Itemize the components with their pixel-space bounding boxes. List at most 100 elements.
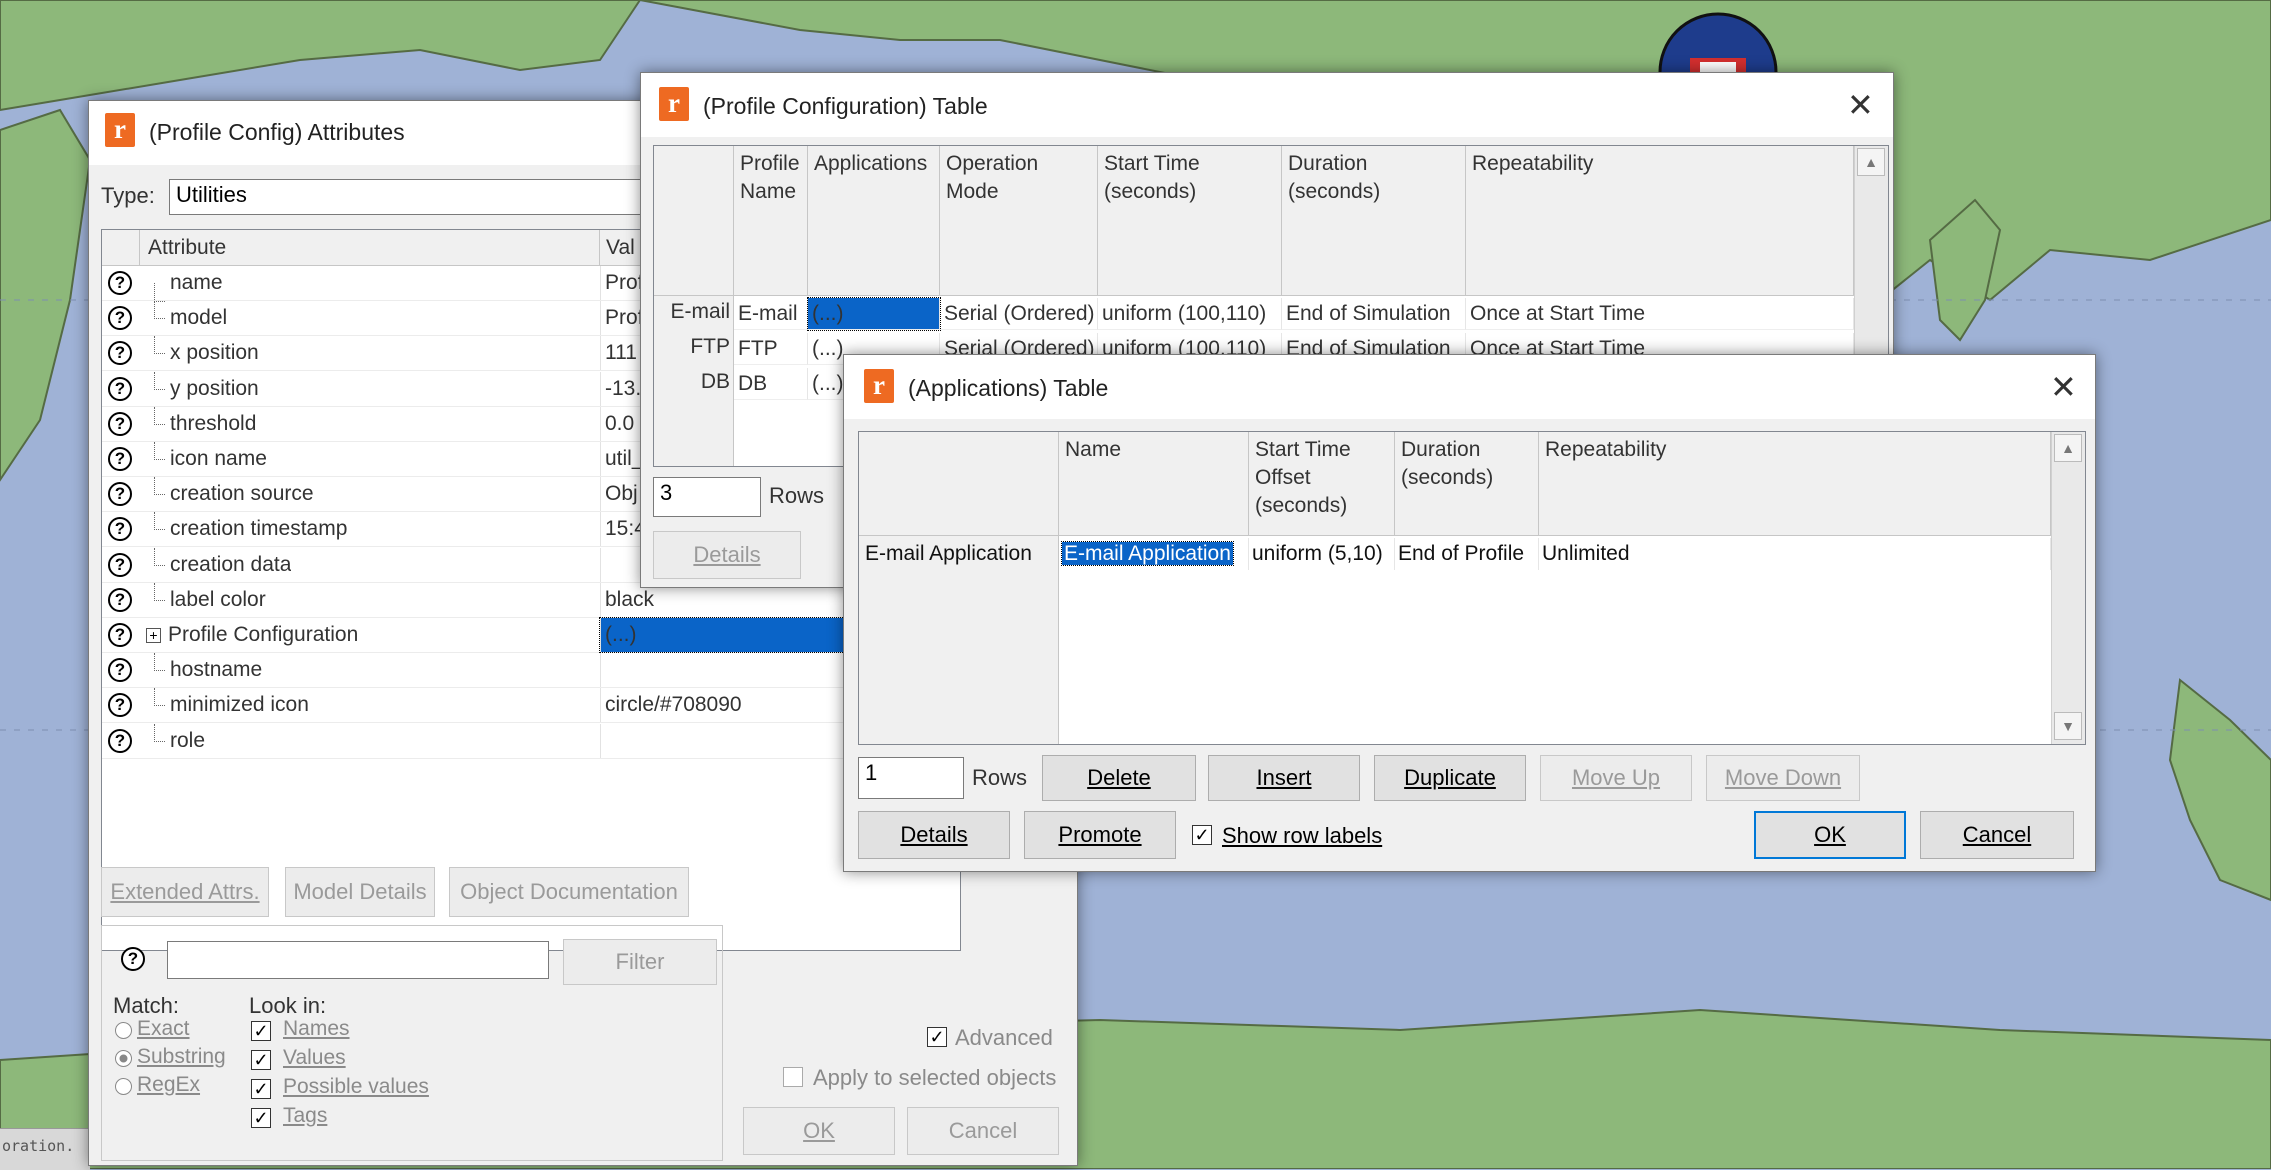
help-icon[interactable]: ? [108,447,132,471]
delete-button[interactable]: Delete [1042,755,1196,801]
attribute-row[interactable]: ? hostname [102,653,960,689]
applications-titlebar[interactable]: r (Applications) Table ✕ [844,355,2095,419]
help-icon[interactable]: ? [108,587,132,612]
profile-details-button[interactable]: Details [653,531,801,579]
look-in-tags-checkbox[interactable]: ✓ [251,1108,271,1128]
insert-button[interactable]: Insert [1208,755,1360,801]
applications-title: (Applications) Table [908,375,1109,401]
profile-cell-profile[interactable]: E-mail [734,298,808,330]
profile-config-titlebar[interactable]: r (Profile Configuration) Table ✕ [641,73,1893,137]
profile-column-header[interactable]: Start Time (seconds) [1098,146,1282,296]
scroll-down-arrow[interactable]: ▼ [2054,712,2082,740]
duplicate-button[interactable]: Duplicate [1374,755,1526,801]
apps-row-label[interactable]: E-mail Application [865,542,1055,566]
filter-input[interactable] [167,941,549,979]
model-details-button[interactable]: Model Details [285,867,435,917]
attributes-cancel-button[interactable]: Cancel [907,1107,1059,1155]
profile-row-label[interactable]: DB [654,370,730,394]
apps-details-button[interactable]: Details [858,811,1010,859]
apps-cell-duration-text: End of Profile [1398,542,1525,565]
apps-cell-repeat[interactable]: Unlimited [1539,538,2051,570]
match-regex-radio[interactable] [115,1078,132,1095]
apps-column-header[interactable]: Start Time Offset (seconds) [1249,432,1395,536]
apps-cell-name[interactable]: E-mail Application [1059,538,1249,570]
attribute-row[interactable]: ? role [102,723,960,759]
tree-connector-icon [154,688,165,707]
profile-column-header[interactable]: Duration (seconds) [1282,146,1466,296]
advanced-checkbox[interactable]: ✓ [927,1027,947,1047]
scroll-up-arrow[interactable]: ▲ [1857,148,1885,176]
apps-cancel-button[interactable]: Cancel [1920,811,2074,859]
help-icon[interactable]: ? [108,658,132,683]
match-exact-radio[interactable] [115,1022,132,1039]
apps-rows-label: Rows [972,765,1028,790]
attribute-row[interactable]: ? label color black [102,582,960,618]
apps-column-header[interactable]: Name [1059,432,1249,536]
help-icon[interactable]: ? [108,693,132,718]
profile-cell-profile[interactable]: FTP [734,333,808,365]
help-icon[interactable]: ? [108,623,132,647]
look-in-possible-values-checkbox[interactable]: ✓ [251,1079,271,1099]
status-text: oration. [2,1137,75,1155]
move-up-button[interactable]: Move Up [1540,755,1692,801]
close-icon[interactable]: ✕ [1847,89,1874,121]
expand-plus-icon[interactable]: + [146,628,161,643]
filter-help-icon[interactable]: ? [121,947,145,971]
attribute-header-label: Attribute [148,236,227,259]
apply-selected-checkbox[interactable] [783,1067,803,1087]
attribute-row[interactable]: ? + Profile Configuration (...) [102,617,960,653]
help-icon[interactable]: ? [108,482,132,507]
help-icon[interactable]: ? [108,411,132,436]
profile-column-header[interactable]: Operation Mode [940,146,1098,296]
object-documentation-button[interactable]: Object Documentation [449,867,689,917]
help-icon[interactable]: ? [108,271,132,295]
attributes-ok-button[interactable]: OK [743,1107,895,1155]
match-substring-radio[interactable] [115,1050,132,1067]
filter-button[interactable]: Filter [563,939,717,985]
help-icon[interactable]: ? [108,517,132,542]
tree-connector-icon [154,582,165,601]
show-row-labels-checkbox[interactable]: ✓ [1192,825,1212,845]
help-icon[interactable]: ? [108,552,132,577]
tree-connector-icon [154,547,165,566]
profile-cell-apps[interactable]: (...) [807,297,941,331]
profile-cell-mode[interactable]: Serial (Ordered) [940,298,1098,330]
attribute-column-header[interactable]: Attribute [140,230,600,266]
attribute-name: creation source [170,482,314,506]
apps-row-label-column [859,536,1059,744]
tree-connector-icon [154,653,165,672]
attribute-name: name [170,271,223,294]
help-icon[interactable]: ? [108,376,132,401]
promote-button[interactable]: Promote [1024,811,1176,859]
apps-column-header[interactable]: Duration (seconds) [1395,432,1539,536]
profile-cell-profile[interactable]: DB [734,368,808,400]
apps-cell-offset[interactable]: uniform (5,10) [1249,538,1395,570]
apps-rows-input[interactable]: 1 [858,757,964,799]
extended-attrs-button[interactable]: Extended Attrs. [101,867,269,917]
help-icon[interactable]: ? [108,306,132,331]
profile-column-header[interactable]: Profile Name [734,146,808,296]
attribute-row[interactable]: ? minimized icon circle/#708090 [102,688,960,724]
attribute-name: label color [170,587,266,611]
profile-row-label[interactable]: FTP [654,335,730,359]
scroll-up-arrow[interactable]: ▲ [2054,434,2082,462]
profile-column-header[interactable]: Applications [808,146,940,296]
profile-row-label[interactable]: E-mail [654,300,730,324]
profile-column-header[interactable]: Repeatability [1466,146,1854,296]
apps-cell-duration[interactable]: End of Profile [1395,538,1539,570]
tree-connector-icon [154,283,165,302]
help-icon[interactable]: ? [108,728,132,753]
look-in-values-checkbox[interactable]: ✓ [251,1050,271,1070]
apps-column-header[interactable]: Repeatability [1539,432,2051,536]
profile-cell-start[interactable]: uniform (100,110) [1098,298,1282,330]
apps-vertical-scrollbar[interactable]: ▲ ▼ [2051,432,2085,744]
look-in-possible-values-label: Possible values [283,1075,429,1098]
look-in-names-checkbox[interactable]: ✓ [251,1021,271,1041]
close-icon[interactable]: ✕ [2050,371,2077,403]
help-icon[interactable]: ? [108,341,132,366]
apps-ok-button[interactable]: OK [1754,811,1906,859]
move-down-button[interactable]: Move Down [1706,755,1860,801]
profile-cell-repeat[interactable]: Once at Start Time [1466,298,1854,330]
profile-cell-duration[interactable]: End of Simulation [1282,298,1466,330]
profile-rows-input[interactable]: 3 [653,477,761,517]
